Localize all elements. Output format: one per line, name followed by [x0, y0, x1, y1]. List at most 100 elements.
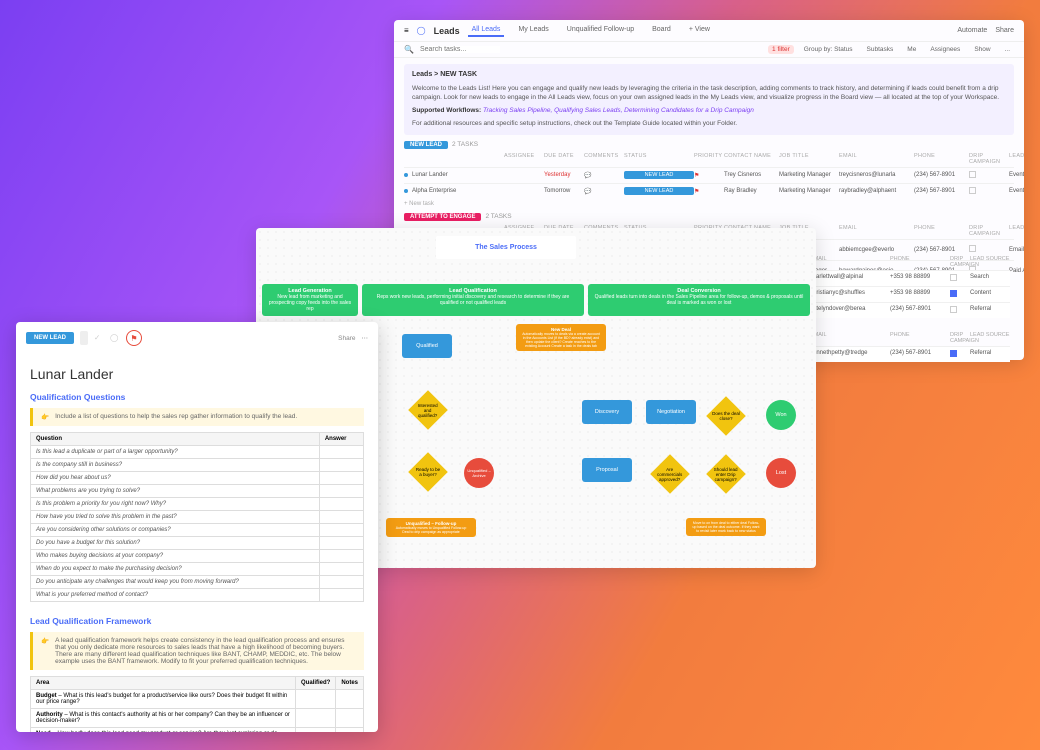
pointing-hand-icon: 👉 — [41, 413, 49, 421]
doc-body: Lunar Lander Qualification Questions 👉In… — [16, 354, 378, 732]
table-row[interactable]: Alpha Enterprise Tomorrow💬 NEW LEAD ⚑ Ra… — [404, 183, 1014, 199]
table-row[interactable]: Budget – What is this lead's budget for … — [31, 690, 364, 709]
node-diamond-drip[interactable]: Should lead enter Drip campaign? — [706, 454, 746, 494]
table-row[interactable]: Lunar Lander Yesterday💬 NEW LEAD ⚑ Trey … — [404, 167, 1014, 183]
drip-checkbox[interactable] — [950, 290, 957, 297]
node-diamond-interested[interactable]: Interested and qualified? — [408, 390, 448, 430]
filter-count[interactable]: 1 filter — [768, 45, 794, 54]
node-won[interactable]: Won — [766, 400, 796, 430]
table-row[interactable]: katelyndover@berea(234) 567-8901Referral — [810, 302, 1010, 318]
banner-footer: For additional resources and specific se… — [412, 119, 1006, 129]
table-row[interactable]: Is this lead a duplicate or part of a la… — [31, 446, 364, 459]
drip-checkbox[interactable] — [950, 274, 957, 281]
search-input[interactable] — [420, 46, 500, 53]
drip-checkbox[interactable] — [969, 245, 976, 252]
drip-checkbox[interactable] — [969, 187, 976, 194]
leads-banner: Leads > NEW TASK Welcome to the Leads Li… — [404, 64, 1014, 135]
bant-table: AreaQualified?Notes Budget – What is thi… — [30, 676, 364, 732]
table-row[interactable]: When do you expect to make the purchasin… — [31, 563, 364, 576]
status-group-attempt[interactable]: ATTEMPT TO ENGAGE 2 TASKS — [404, 213, 1014, 221]
node-unq-archive[interactable]: Unqualified – Archive — [464, 458, 494, 488]
banner-lead-qual: Lead QualificationReps work new leads, p… — [362, 284, 584, 316]
banner-lead-gen: Lead GenerationNew lead from marketing a… — [262, 284, 358, 316]
table-row[interactable]: How have you tried to solve this problem… — [31, 511, 364, 524]
share-button[interactable]: Share — [338, 335, 355, 342]
priority-flag-icon[interactable]: ⚑ — [126, 330, 142, 346]
doc-share-row: Share ⋯ — [338, 334, 368, 342]
node-new-deal[interactable]: New DealAutomatically moves to deals via… — [516, 324, 606, 351]
table-row[interactable]: Do you anticipate any challenges that wo… — [31, 576, 364, 589]
tab-board[interactable]: Board — [648, 24, 675, 37]
doc-next-status[interactable] — [80, 331, 88, 345]
table-row[interactable]: What problems are you trying to solve? — [31, 485, 364, 498]
task-count-new: 2 TASKS — [452, 141, 478, 148]
doc-status-badge[interactable]: NEW LEAD — [26, 332, 74, 344]
lead-doc-panel: NEW LEAD ✓ ◯ ⚑ Share ⋯ Lunar Lander Qual… — [16, 322, 378, 732]
node-note: Move to on from deal to either deal Foll… — [686, 518, 766, 536]
node-discovery[interactable]: Discovery — [582, 400, 632, 424]
filters-row: 1 filter Group by: Status Subtasks Me As… — [768, 45, 1014, 54]
banner-deal-conv: Deal ConversionQualified leads turn into… — [588, 284, 810, 316]
topbar-right: Automate Share — [957, 27, 1014, 34]
node-diamond-commercials[interactable]: Are commercials approved? — [650, 454, 690, 494]
tab-unqualified[interactable]: Unqualified Follow-up — [563, 24, 638, 37]
flag-icon[interactable]: ⚑ — [694, 188, 724, 195]
leads-searchbar: 🔍 1 filter Group by: Status Subtasks Me … — [394, 42, 1024, 58]
filter-assignees[interactable]: Assignees — [926, 45, 964, 54]
table-row[interactable]: Is this problem a priority for you right… — [31, 498, 364, 511]
menu-icon[interactable]: ≡ — [404, 26, 409, 35]
status-group-new[interactable]: NEW LEAD 2 TASKS — [404, 141, 1014, 149]
table-row[interactable]: Is the company still in business? — [31, 459, 364, 472]
node-diamond-close[interactable]: Does the deal close? — [706, 396, 746, 436]
filter-subtasks[interactable]: Subtasks — [863, 45, 898, 54]
filter-groupby[interactable]: Group by: Status — [800, 45, 857, 54]
search-icon[interactable]: 🔍 — [404, 45, 414, 54]
tab-all-leads[interactable]: All Leads — [468, 24, 505, 37]
more-icon[interactable]: ⋯ — [362, 334, 369, 342]
node-qualified[interactable]: Qualified — [402, 334, 452, 358]
filter-me[interactable]: Me — [903, 45, 920, 54]
status-dot-icon — [404, 173, 408, 177]
drip-checkbox[interactable] — [969, 171, 976, 178]
doc-topbar: NEW LEAD ✓ ◯ ⚑ Share ⋯ — [16, 322, 378, 354]
heading-framework: Lead Qualification Framework — [30, 616, 364, 626]
share-button[interactable]: Share — [995, 27, 1014, 34]
node-proposal[interactable]: Proposal — [582, 458, 632, 482]
table-row[interactable]: How did you hear about us? — [31, 472, 364, 485]
filter-show[interactable]: Show — [970, 45, 994, 54]
banner-body: Welcome to the Leads List! Here you can … — [412, 84, 1006, 104]
node-unq-follow[interactable]: Unqualified – Follow-upAutomatically mov… — [386, 518, 476, 537]
node-lost[interactable]: Lost — [766, 458, 796, 488]
callout-questions: 👉Include a list of questions to help the… — [30, 408, 364, 426]
table-row[interactable]: Who makes buying decisions at your compa… — [31, 550, 364, 563]
automate-button[interactable]: Automate — [957, 27, 987, 34]
drip-checkbox[interactable] — [950, 350, 957, 357]
doc-title[interactable]: Lunar Lander — [30, 366, 364, 382]
pointing-hand-icon: 👉 — [41, 637, 49, 665]
table-row[interactable]: Authority – What is this contact's autho… — [31, 709, 364, 728]
folder-title: Leads — [434, 26, 460, 36]
tab-add-view[interactable]: + View — [685, 24, 714, 37]
flow-banners: Lead GenerationNew lead from marketing a… — [262, 284, 810, 316]
tab-my-leads[interactable]: My Leads — [514, 24, 552, 37]
drip-checkbox[interactable] — [950, 306, 957, 313]
table-row[interactable]: Need – How badly does this lead need my … — [31, 728, 364, 733]
node-diamond-ready[interactable]: Ready to be a buyer? — [408, 452, 448, 492]
flag-icon[interactable]: ⚑ — [694, 172, 724, 179]
table-row[interactable]: Are you considering other solutions or c… — [31, 524, 364, 537]
table-row[interactable]: scarlettwall@alpinal+353 98 88899Search — [810, 270, 1010, 286]
leads-topbar: ≡ ◯ Leads All Leads My Leads Unqualified… — [394, 20, 1024, 42]
table-row[interactable]: kennethpetty@tredge(234) 567-8901Referra… — [810, 346, 1010, 362]
table-row[interactable]: What is your preferred method of contact… — [31, 589, 364, 602]
flow-title: The Sales Process — [436, 236, 576, 259]
back-icon[interactable]: ◯ — [417, 26, 426, 35]
check-icon[interactable]: ✓ — [94, 333, 104, 343]
table-head: ASSIGNEEDUE DATECOMMENTSSTATUSPRIORITYCO… — [404, 151, 1014, 167]
node-negotiation[interactable]: Negotiation — [646, 400, 696, 424]
filter-more[interactable]: ... — [1001, 45, 1014, 54]
assignee-icon[interactable]: ◯ — [110, 333, 120, 343]
heading-questions: Qualification Questions — [30, 392, 364, 402]
add-task-link[interactable]: + New task — [404, 199, 1014, 209]
table-row[interactable]: Do you have a budget for this solution? — [31, 537, 364, 550]
table-row[interactable]: christianyc@shuffles+353 98 88899Content — [810, 286, 1010, 302]
